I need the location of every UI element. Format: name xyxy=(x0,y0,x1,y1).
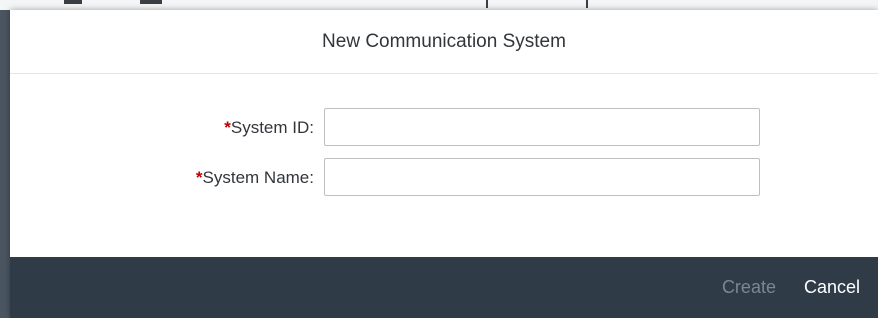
system-name-input[interactable] xyxy=(324,158,760,196)
system-id-input[interactable] xyxy=(324,108,760,146)
create-button[interactable]: Create xyxy=(712,268,786,308)
system-name-label-text: System Name: xyxy=(202,168,314,187)
required-marker: * xyxy=(224,118,231,137)
background-mark xyxy=(64,0,82,4)
background-mark xyxy=(486,0,488,8)
dialog-footer: Create Cancel xyxy=(10,257,878,318)
dialog-form: *System ID: *System Name: xyxy=(10,74,878,257)
system-id-label: *System ID: xyxy=(224,108,314,148)
system-name-row: *System Name: xyxy=(10,158,878,198)
dialog-header: New Communication System xyxy=(10,10,878,74)
system-id-row: *System ID: xyxy=(10,108,878,148)
required-marker: * xyxy=(195,168,203,187)
cancel-button[interactable]: Cancel xyxy=(794,268,870,308)
background-mark xyxy=(140,0,162,4)
new-communication-system-dialog: New Communication System *System ID: *Sy… xyxy=(10,10,878,318)
system-name-label: *System Name: xyxy=(196,158,314,198)
background-mark xyxy=(586,0,588,8)
dialog-title: New Communication System xyxy=(322,30,566,52)
system-id-label-text: System ID: xyxy=(230,118,314,137)
background-toolbar-strip xyxy=(0,0,878,10)
